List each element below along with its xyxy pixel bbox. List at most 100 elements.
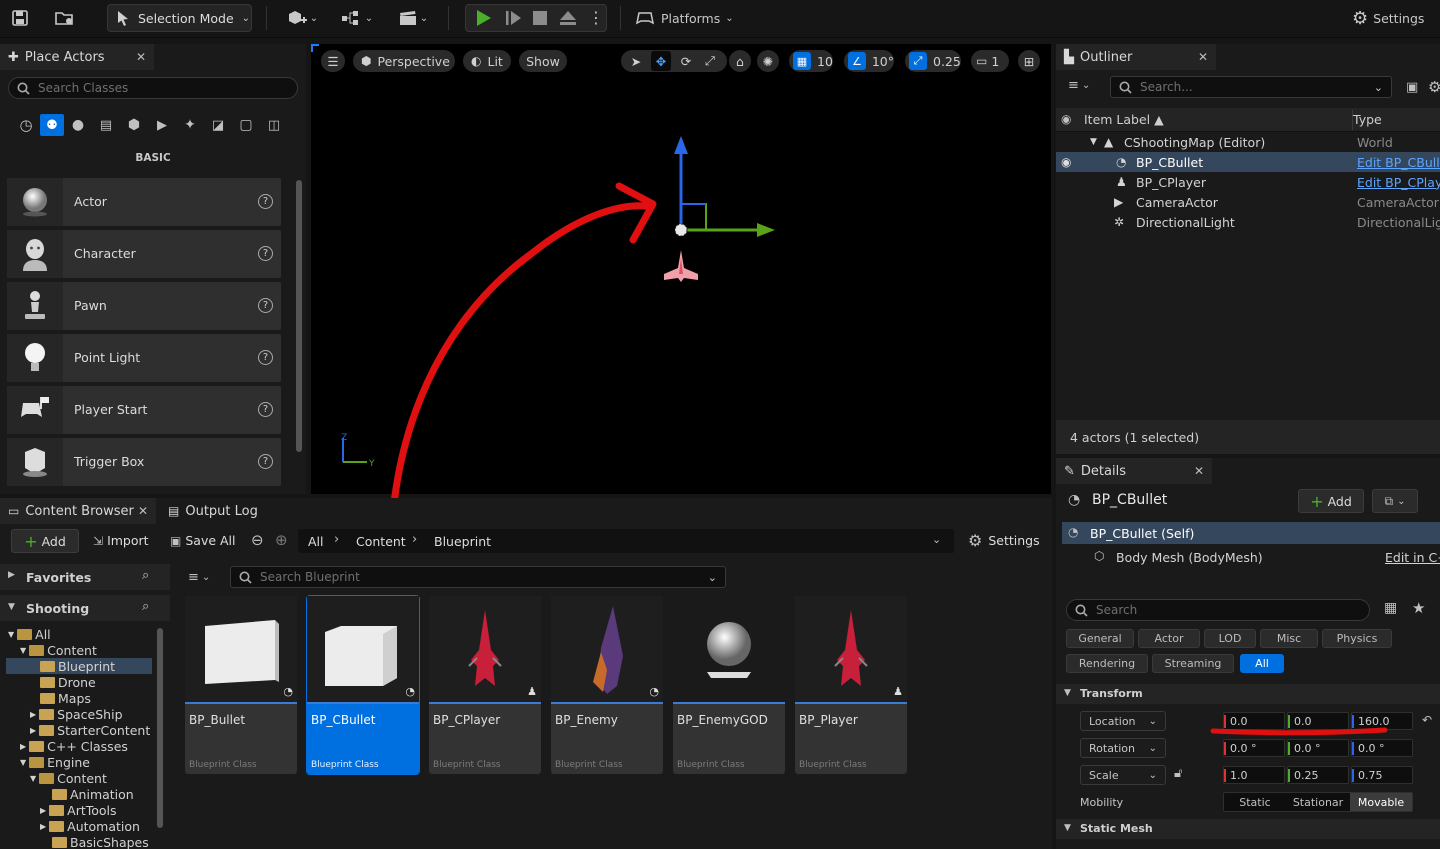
tree-item-spaceship[interactable]: ▶ SpaceShip [30, 706, 123, 722]
more-options-icon[interactable]: ⋮ [588, 10, 604, 26]
tab-details[interactable]: ✎ Details ✕ [1056, 458, 1212, 484]
scale-y-field[interactable]: 0.25 [1287, 766, 1349, 784]
tab-outliner[interactable]: ▙ Outliner ✕ [1056, 44, 1216, 70]
save-icon[interactable] [8, 4, 32, 32]
cb-settings-button[interactable]: ⚙ Settings [968, 531, 1040, 550]
add-folder-icon[interactable]: ▣ [1406, 80, 1418, 95]
rotate-tool-icon[interactable]: ⟳ [677, 54, 695, 69]
all-classes-icon[interactable]: ▢ [232, 117, 260, 133]
tab-place-actors[interactable]: ✚ Place Actors ✕ [0, 44, 154, 70]
blueprint-button[interactable]: ⌄ [338, 4, 376, 32]
perspective-button[interactable]: ⬢ Perspective [353, 50, 455, 72]
search-icon[interactable]: ⌕ [142, 599, 149, 614]
outliner-row-directional-light[interactable]: ✲ DirectionalLight DirectionalLigh [1056, 212, 1440, 232]
actor-item-player-start[interactable]: Player Start ? [7, 386, 281, 434]
tree-item-startercontent[interactable]: ▶ StarterContent [30, 722, 150, 738]
category-all[interactable]: All [1240, 654, 1284, 673]
lights-icon[interactable]: ● [64, 117, 92, 133]
help-icon[interactable]: ? [258, 350, 273, 365]
category-physics[interactable]: Physics [1322, 629, 1392, 648]
category-rendering[interactable]: Rendering [1066, 654, 1148, 673]
star-icon[interactable]: ★ [1412, 599, 1425, 617]
rotation-z-field[interactable]: 0.0 ° [1351, 739, 1413, 757]
details-search-input[interactable]: Search [1066, 599, 1370, 621]
scrollbar[interactable] [296, 180, 302, 452]
row-type-link[interactable]: Edit BP_CPlaye [1357, 175, 1440, 190]
category-actor[interactable]: Actor [1138, 629, 1200, 648]
tree-item-drone[interactable]: Drone [40, 674, 96, 690]
asset-bp-enemy[interactable]: ◔ BP_Enemy Blueprint Class [551, 596, 663, 774]
asset-bp-bullet[interactable]: ◔ BP_Bullet Blueprint Class [185, 596, 297, 774]
actor-item-character[interactable]: Character ? [7, 230, 281, 278]
tree-item-automation[interactable]: ▶ Automation [40, 818, 140, 834]
lit-button[interactable]: ◐ Lit [463, 50, 511, 72]
close-icon[interactable]: ✕ [138, 504, 148, 518]
blueprint-options-button[interactable]: ⧉ ⌄ [1372, 489, 1418, 513]
cinematics-button[interactable]: ⌄ [394, 4, 432, 32]
mode-dropdown[interactable]: Selection Mode ⌄ [107, 4, 252, 32]
mobility-stationary[interactable]: Stationar [1286, 793, 1350, 811]
lock-icon[interactable]: 🔓︎ [1174, 766, 1182, 781]
help-icon[interactable]: ? [258, 194, 273, 209]
platforms-dropdown[interactable]: Platforms ⌄ [636, 4, 736, 32]
asset-bp-cbullet[interactable]: ◔ BP_CBullet Blueprint Class [306, 595, 420, 775]
static-mesh-section-header[interactable]: ▼ Static Mesh [1056, 819, 1440, 839]
save-all-button[interactable]: ▣ Save All [170, 533, 236, 548]
component-body-mesh-row[interactable]: ⬡ Body Mesh (BodyMesh) Edit in C++ [1062, 546, 1440, 568]
chevron-down-icon[interactable]: ⌄ [932, 533, 941, 546]
scale-tool-icon[interactable]: ⤢ [701, 53, 719, 69]
asset-bp-player[interactable]: ♟ BP_Player Blueprint Class [795, 596, 907, 774]
favorites-header[interactable]: ▶ Favorites ⌕ [0, 564, 170, 590]
outliner-row-world[interactable]: ▼ ▲ CShootingMap (Editor) World [1056, 132, 1440, 152]
play-icon[interactable] [474, 9, 492, 27]
tree-item-animation[interactable]: Animation [52, 786, 134, 802]
search-icon[interactable]: ⌕ [142, 568, 149, 583]
tree-item-cpp-classes[interactable]: ▶ C++ Classes [20, 738, 128, 754]
close-icon[interactable]: ✕ [1198, 50, 1208, 64]
category-general[interactable]: General [1066, 629, 1134, 648]
tab-content-browser[interactable]: ▭ Content Browser ✕ [0, 498, 156, 524]
search-classes-input[interactable]: Search Classes [8, 77, 298, 99]
copies-icon[interactable]: ◫ [260, 118, 288, 133]
eject-icon[interactable] [559, 10, 577, 26]
content-folder-icon[interactable] [52, 4, 78, 32]
table-view-icon[interactable]: ▦ [1384, 600, 1397, 616]
volumes-icon[interactable]: ✦ [176, 117, 204, 133]
asset-bp-cplayer[interactable]: ♟ BP_CPlayer Blueprint Class [429, 596, 541, 774]
select-tool-icon[interactable]: ➤ [627, 54, 645, 69]
rotation-snap-button[interactable]: ∠ 10° [844, 50, 894, 72]
visual-effects-icon[interactable]: ⬢ [120, 117, 148, 133]
scale-z-field[interactable]: 0.75 [1351, 766, 1413, 784]
actor-item-actor[interactable]: Actor ? [7, 178, 281, 226]
scale-dropdown[interactable]: Scale ⌄ [1080, 765, 1166, 785]
component-self-row[interactable]: ◔ BP_CBullet (Self) [1062, 522, 1440, 544]
chevron-down-icon[interactable]: ⌄ [708, 571, 717, 584]
add-component-button[interactable]: + Add [1298, 489, 1364, 513]
edit-in-cpp-link[interactable]: Edit in C++ [1385, 550, 1440, 565]
basic-category-icon[interactable]: ⚉ [40, 114, 64, 136]
tree-item-maps[interactable]: Maps [40, 690, 91, 706]
back-icon[interactable]: ⊖ [251, 531, 264, 549]
close-icon[interactable]: ✕ [136, 50, 146, 64]
world-local-icon[interactable]: ✺ [757, 50, 779, 72]
forward-icon[interactable]: ⊕ [275, 531, 288, 549]
frame-skip-icon[interactable] [504, 9, 522, 27]
eye-icon[interactable]: ◉ [1061, 112, 1071, 126]
actor-item-point-light[interactable]: Point Light ? [7, 334, 281, 382]
col-type[interactable]: Type [1353, 112, 1382, 127]
rotation-y-field[interactable]: 0.0 ° [1287, 739, 1349, 757]
shooting-header[interactable]: ▼ Shooting ⌕ [0, 595, 170, 621]
filter-button[interactable]: ≡ ⌄ [1068, 78, 1090, 93]
search-blueprint-input[interactable]: Search Blueprint ⌄ [230, 566, 726, 588]
asset-filter-button[interactable]: ≡ ⌄ [188, 570, 210, 585]
help-icon[interactable]: ? [258, 402, 273, 417]
col-item-label[interactable]: Item Label ▲ [1084, 112, 1164, 127]
close-icon[interactable]: ✕ [1194, 464, 1204, 478]
rotation-dropdown[interactable]: Rotation ⌄ [1080, 738, 1166, 758]
tree-item-all[interactable]: ▼ All [8, 626, 51, 642]
scale-snap-button[interactable]: ⤢ 0.25 [905, 50, 961, 72]
add-content-button[interactable]: ⌄ [283, 4, 321, 32]
tab-output-log[interactable]: ▤ Output Log [160, 498, 270, 524]
asset-bp-enemygod[interactable]: BP_EnemyGOD Blueprint Class [673, 596, 785, 774]
camera-speed-button[interactable]: ▭ 1 [971, 50, 1009, 72]
